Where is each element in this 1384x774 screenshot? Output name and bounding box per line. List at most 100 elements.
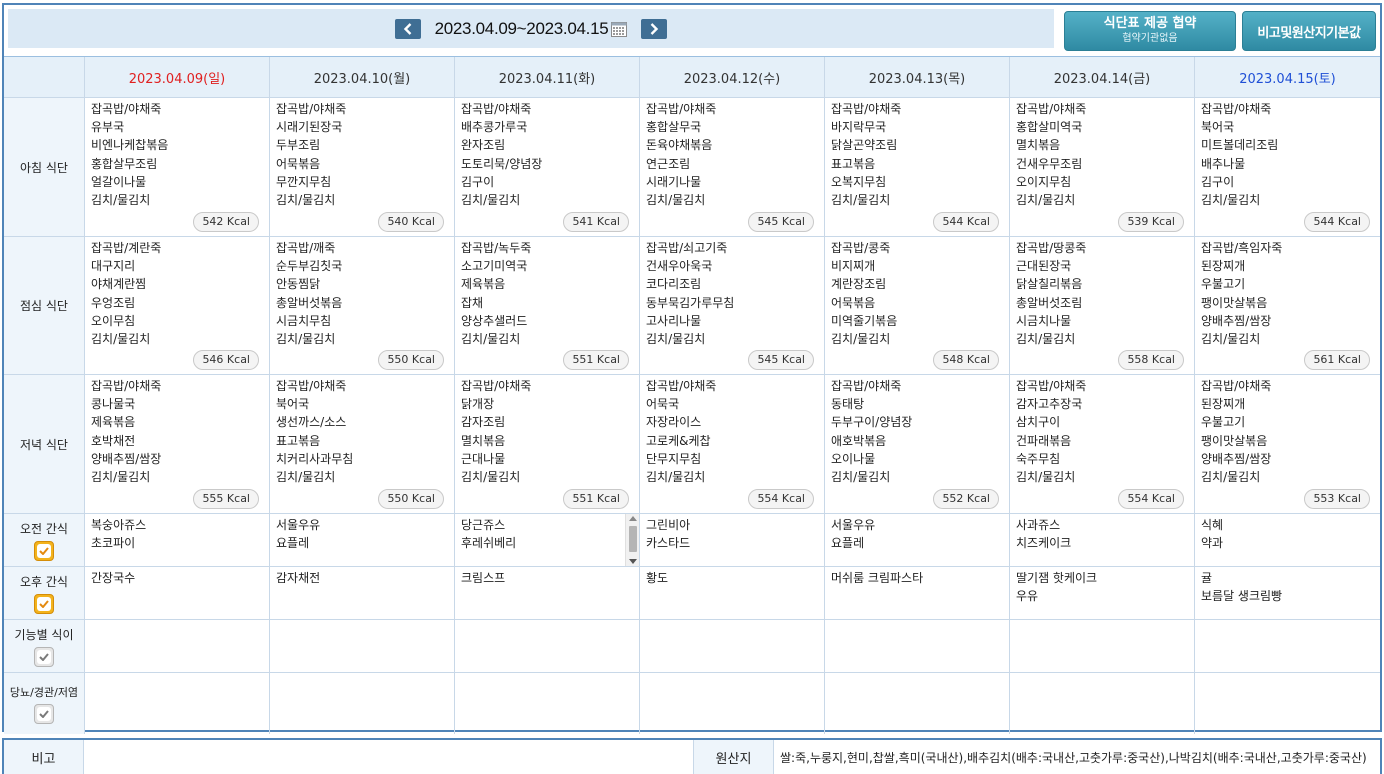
- diet-cell[interactable]: [84, 673, 269, 734]
- menu-item: 생선까스/소스: [276, 415, 347, 430]
- calendar-icon[interactable]: [611, 21, 628, 37]
- origin-field[interactable]: 쌀:죽,누룽지,현미,찹쌀,흑미(국내산),배추김치(배추:국내산,고춧가루:중…: [774, 740, 1380, 774]
- checkbox-icon[interactable]: [34, 540, 54, 561]
- meal-cell[interactable]: 잡곡밥/야채죽 시래기된장국 두부조림 어묵볶음 무깐지무침 김치/물김치 540 Kcal: [269, 98, 454, 236]
- snack-row: 오전 간식 복숭아쥬스 초코파이 서울우유 요플레 당근쥬스 후레쉬베리 그린비아 카스타드 서울…: [4, 514, 1380, 567]
- menu-item: 소고기미역국: [461, 259, 528, 274]
- meal-cell[interactable]: 잡곡밥/야채죽 바지락무국 닭살곤약조림 표고볶음 오복지무침 김치/물김치 544 Kca…: [824, 98, 1009, 236]
- meal-cell[interactable]: 잡곡밥/땅콩죽 근대된장국 닭살칠리볶음 총알버섯조림 시금치나물 김치/물김치 558 K…: [1009, 237, 1194, 374]
- menu-item: 근대된장국: [1016, 259, 1072, 274]
- checkbox-icon[interactable]: [34, 646, 54, 667]
- meal-label: 점심 식단: [4, 237, 84, 374]
- menu-item: 닭살곤약조림: [831, 138, 898, 153]
- snack-cell[interactable]: 식혜 약과: [1194, 514, 1380, 566]
- meal-cell[interactable]: 잡곡밥/야채죽 어묵국 자장라이스 고로케&케찹 단무지무침 김치/물김치 554 Kcal: [639, 375, 824, 513]
- scroll-up-icon[interactable]: [629, 516, 637, 521]
- meal-cell[interactable]: 잡곡밥/야채죽 배추콩가루국 완자조림 도토리묵/양념장 김구이 김치/물김치 541 Kc…: [454, 98, 639, 236]
- meal-cell[interactable]: 잡곡밥/콩죽 비지찌개 계란장조림 어묵볶음 미역줄기볶음 김치/물김치 548 Kcal: [824, 237, 1009, 374]
- diet-cell[interactable]: [84, 620, 269, 672]
- diet-cell[interactable]: [1194, 673, 1380, 734]
- snack-label-cell: 오전 간식: [4, 514, 84, 566]
- meal-cell[interactable]: 잡곡밥/쇠고기죽 건새우아욱국 코다리조림 동부묵김가루무침 고사리나물 김치/물김치 54…: [639, 237, 824, 374]
- menu-item: 양배추찜/쌈장: [1201, 313, 1272, 328]
- meal-cell[interactable]: 잡곡밥/계란죽 대구지리 야채계란찜 우엉조림 오이무침 김치/물김치 546 Kcal: [84, 237, 269, 374]
- diet-cell[interactable]: [1194, 620, 1380, 672]
- diet-cell[interactable]: [639, 620, 824, 672]
- agreement-button-subtitle: 협약기관없음: [1122, 33, 1178, 44]
- menu-item: 김치/물김치: [91, 193, 151, 208]
- snack-item: 요플레: [276, 536, 310, 551]
- diet-cell[interactable]: [454, 673, 639, 734]
- snack-cell[interactable]: 딸기잼 핫케이크 우유: [1009, 567, 1194, 619]
- snack-cell[interactable]: 크림스프: [454, 567, 639, 619]
- diet-cell[interactable]: [1009, 620, 1194, 672]
- menu-item: 닭개장: [461, 397, 495, 412]
- diet-cell[interactable]: [269, 620, 454, 672]
- snack-cell[interactable]: 서울우유 요플레: [824, 514, 1009, 566]
- meal-cell[interactable]: 잡곡밥/야채죽 북어국 생선까스/소스 표고볶음 치커리사과무침 김치/물김치 550 Kc…: [269, 375, 454, 513]
- meal-cell[interactable]: 잡곡밥/야채죽 홍합살미역국 멸치볶음 건새우무조림 오이지무침 김치/물김치 539 Kc…: [1009, 98, 1194, 236]
- snack-cell[interactable]: 간장국수: [84, 567, 269, 619]
- menu-item: 김치/물김치: [1201, 193, 1261, 208]
- snack-cell[interactable]: 황도: [639, 567, 824, 619]
- snack-cell[interactable]: 그린비아 카스타드: [639, 514, 824, 566]
- diet-cell[interactable]: [824, 620, 1009, 672]
- snack-cell[interactable]: 서울우유요플레: [269, 514, 454, 566]
- diet-row: 기능별 식이: [4, 620, 1380, 673]
- meal-cell[interactable]: 잡곡밥/녹두죽 소고기미역국 제육볶음 잡채 양상추샐러드 김치/물김치 551 Kcal: [454, 237, 639, 374]
- snack-cell[interactable]: 귤 보름달 생크림빵: [1194, 567, 1380, 619]
- meal-row: 아침 식단 잡곡밥/야채죽 유부국 비엔나케찹볶음 홍합살무조림 얼갈이나물 김치/물김치 5…: [4, 98, 1380, 237]
- menu-item: 김치/물김치: [831, 470, 891, 485]
- prev-week-button[interactable]: [394, 18, 421, 39]
- snack-item: 사과쥬스: [1016, 518, 1061, 532]
- kcal-badge: 558 Kcal: [1118, 350, 1184, 370]
- origin-default-button[interactable]: 비고및원산지기본값: [1242, 11, 1376, 51]
- meal-cell[interactable]: 잡곡밥/흑임자죽 된장찌개 우불고기 팽이맛살볶음 양배추찜/쌈장 김치/물김치 561 K…: [1194, 237, 1380, 374]
- snack-item: 서울우유: [276, 518, 321, 532]
- snack-item: 크림스프: [461, 571, 506, 585]
- diet-cell[interactable]: [269, 673, 454, 734]
- menu-item: 잡곡밥/야채죽: [276, 102, 347, 116]
- meal-cell[interactable]: 잡곡밥/야채죽 된장찌개 우불고기 팽이맛살볶음 양배추찜/쌈장 김치/물김치 553 Kc…: [1194, 375, 1380, 513]
- date-header-row: 2023.04.09(일) 2023.04.10(월) 2023.04.11(화) 2…: [4, 57, 1380, 98]
- menu-item: 우불고기: [1201, 415, 1246, 430]
- meal-cell[interactable]: 잡곡밥/야채죽 유부국 비엔나케찹볶음 홍합살무조림 얼갈이나물 김치/물김치 542 Kc…: [84, 98, 269, 236]
- menu-item: 유부국: [91, 120, 125, 135]
- meal-cell[interactable]: 잡곡밥/야채죽 콩나물국 제육볶음 호박채전 양배추찜/쌈장 김치/물김치 555 Kcal: [84, 375, 269, 513]
- menu-item: 미트볼데리조림: [1201, 138, 1279, 153]
- meal-cell[interactable]: 잡곡밥/깨죽 순두부김칫국 안동찜닭 총알버섯볶음 시금치무침 김치/물김치 550 Kca…: [269, 237, 454, 374]
- diet-cell[interactable]: [639, 673, 824, 734]
- diet-cell[interactable]: [454, 620, 639, 672]
- snack-cell[interactable]: 사과쥬스 치즈케이크: [1009, 514, 1194, 566]
- diet-label: 당뇨/경관/저염: [9, 685, 79, 699]
- menu-item: 건새우아욱국: [646, 259, 713, 274]
- meal-cell[interactable]: 잡곡밥/야채죽 감자고추장국 삼치구이 건파래볶음 숙주무침 김치/물김치 554 Kcal: [1009, 375, 1194, 513]
- date-range-text: 2023.04.09~2023.04.15: [434, 18, 609, 38]
- snack-cell[interactable]: 당근쥬스 후레쉬베리: [454, 514, 639, 566]
- snack-cell[interactable]: 복숭아쥬스 초코파이: [84, 514, 269, 566]
- menu-item: 코다리조림: [646, 277, 702, 292]
- meal-cell[interactable]: 잡곡밥/야채죽 홍합살무국 돈육야채볶음 연근조림 시래기나물 김치/물김치 545 Kca…: [639, 98, 824, 236]
- cell-scrollbar[interactable]: [625, 514, 639, 566]
- menu-item: 잡곡밥/야채죽: [91, 102, 162, 116]
- meal-cell[interactable]: 잡곡밥/야채죽 동태탕 두부구이/양념장 애호박볶음 오이나물 김치/물김치 552 Kca…: [824, 375, 1009, 513]
- next-week-button[interactable]: [641, 18, 668, 39]
- menu-item: 잡곡밥/야채죽: [831, 379, 902, 393]
- remark-field[interactable]: [84, 740, 694, 774]
- scroll-down-icon[interactable]: [629, 559, 637, 564]
- meal-cell[interactable]: 잡곡밥/야채죽 닭개장 감자조림 멸치볶음 근대나물 김치/물김치 551 Kcal: [454, 375, 639, 513]
- snack-label-cell: 오후 간식: [4, 567, 84, 619]
- diet-cell[interactable]: [824, 673, 1009, 734]
- meal-plan-agreement-button[interactable]: 식단표 제공 협약 협약기관없음: [1064, 11, 1236, 51]
- menu-item: 오이나물: [831, 451, 876, 466]
- date-header: 2023.04.10(월): [269, 57, 454, 97]
- meal-cell[interactable]: 잡곡밥/야채죽 북어국 미트볼데리조림 배추나물 김구이 김치/물김치 544 Kcal: [1194, 98, 1380, 236]
- snack-item: 당근쥬스: [461, 518, 506, 532]
- scroll-thumb[interactable]: [629, 526, 637, 552]
- snack-cell[interactable]: 머쉬룸 크림파스타: [824, 567, 1009, 619]
- checkbox-icon[interactable]: [34, 703, 54, 724]
- diet-cell[interactable]: [1009, 673, 1194, 734]
- snack-cell[interactable]: 감자채전: [269, 567, 454, 619]
- checkbox-icon[interactable]: [34, 593, 54, 614]
- checkbox-inner: [37, 649, 51, 664]
